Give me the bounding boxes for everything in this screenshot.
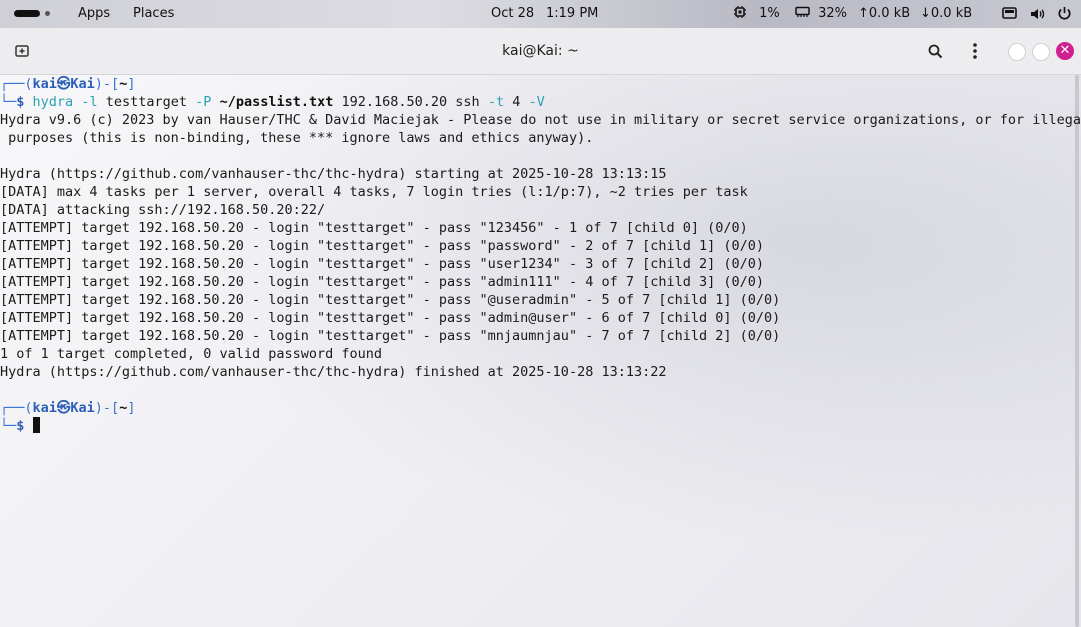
terminal-view[interactable]: ┌──(kai㉿Kai)-[~] └─$ hydra -l testtarget… [0,75,1081,627]
volume-icon [1031,9,1045,19]
workspace-indicator[interactable] [14,10,54,18]
maximize-button[interactable] [1032,43,1050,61]
top-panel: Apps Places Oct 28 1:19 PM 1% 32% ↑0.0 k… [0,0,1081,28]
terminal-header-bar: kai@Kai: ~ ✕ [0,28,1081,75]
output-line: Hydra (https://github.com/vanhauser-thc/… [0,166,667,182]
search-button[interactable] [925,41,945,61]
power-icon [1058,7,1071,20]
minimize-button[interactable] [1008,43,1026,61]
cpu-value: 1% [759,6,780,21]
arrow-down-icon: ↓ [920,6,931,21]
output-line: [ATTEMPT] target 192.168.50.20 - login "… [0,292,781,308]
output-line: Hydra (https://github.com/vanhauser-thc/… [0,364,667,380]
close-button[interactable]: ✕ [1056,42,1074,60]
output-line: Hydra v9.6 (c) 2023 by van Hauser/THC & … [0,112,1081,128]
output-line: [ATTEMPT] target 192.168.50.20 - login "… [0,238,765,254]
places-menu[interactable]: Places [133,0,174,28]
arrow-up-icon: ↑ [858,6,869,21]
net-download-indicator[interactable]: ↓0.0 kB [920,0,972,28]
output-line: [ATTEMPT] target 192.168.50.20 - login "… [0,256,765,272]
output-line: [ATTEMPT] target 192.168.50.20 - login "… [0,220,748,236]
prompt-top-line: ┌──(kai㉿Kai)-[~] [0,76,136,92]
kebab-menu-icon [973,43,977,59]
cpu-indicator[interactable]: 1% [733,0,780,28]
cpu-icon [734,6,746,18]
output-line: 1 of 1 target completed, 0 valid passwor… [0,346,383,362]
output-line: [ATTEMPT] target 192.168.50.20 - login "… [0,310,781,326]
workspace-dot [45,11,50,16]
prompt-top-line: ┌──(kai㉿Kai)-[~] [0,400,136,416]
output-line: [DATA] max 4 tasks per 1 server, overall… [0,184,748,200]
command-line: └─$ hydra -l testtarget -P ~/passlist.tx… [0,94,545,110]
net-upload-indicator[interactable]: ↑0.0 kB [858,0,910,28]
net-download-value: 0.0 kB [930,6,973,21]
memory-icon [795,6,810,17]
net-upload-value: 0.0 kB [868,6,911,21]
output-line: [DATA] attacking ssh://192.168.50.20:22/ [0,202,326,218]
search-icon [928,44,942,58]
text-cursor [32,417,40,433]
display-icon [1002,7,1017,19]
output-line: [ATTEMPT] target 192.168.50.20 - login "… [0,274,765,290]
memory-value: 32% [818,6,848,21]
scrollbar[interactable] [1075,75,1079,627]
input-line[interactable]: └─$ [0,417,40,435]
volume-control[interactable] [1030,7,1046,21]
memory-indicator[interactable]: 32% [795,0,847,28]
close-icon: ✕ [1059,43,1071,58]
power-menu[interactable] [1057,6,1072,22]
active-workspace-pill [14,10,40,17]
output-line: [ATTEMPT] target 192.168.50.20 - login "… [0,328,781,344]
apps-menu[interactable]: Apps [78,0,110,28]
menu-button[interactable] [965,41,985,61]
clock-time[interactable]: 1:19 PM [546,0,598,28]
output-line: purposes (this is non-binding, these ***… [0,130,594,146]
window-title: kai@Kai: ~ [502,43,579,59]
screen-indicator[interactable] [1002,7,1017,21]
clock-date[interactable]: Oct 28 [491,0,534,28]
